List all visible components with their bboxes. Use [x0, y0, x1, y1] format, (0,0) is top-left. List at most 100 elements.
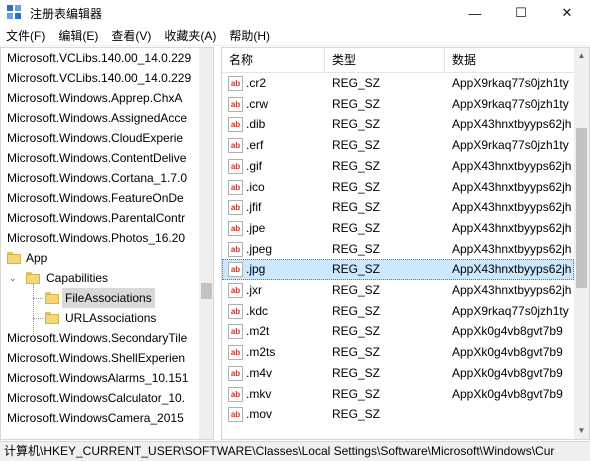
value-data: AppX9rkaq77s0jzh1ty [452, 303, 569, 318]
menu-edit[interactable]: 编辑(E) [52, 26, 105, 46]
tree-item[interactable]: Microsoft.Windows.Cortana_1.7.0 [1, 168, 199, 188]
tree-item-capabilities[interactable]: ⌄ Capabilities [1, 268, 199, 288]
column-header-name[interactable]: 名称 [222, 48, 325, 72]
value-type: REG_SZ [332, 76, 381, 90]
value-row[interactable]: ab .gif REG_SZ AppX43hnxtbyyps62jh [222, 156, 574, 177]
menu-file[interactable]: 文件(F) [0, 26, 52, 46]
status-bar-path: 计算机\HKEY_CURRENT_USER\SOFTWARE\Classes\L… [0, 441, 590, 461]
value-row[interactable]: ab .m2t REG_SZ AppXk0g4vb8gvt7b9 [222, 321, 574, 342]
string-value-icon: ab [228, 262, 243, 278]
value-type: REG_SZ [332, 386, 381, 401]
string-value-icon: ab [228, 200, 243, 216]
value-data: AppX43hnxtbyyps62jh [452, 283, 572, 297]
registry-tree[interactable]: Microsoft.VCLibs.140.00_14.0.229 Microso… [0, 47, 214, 440]
value-row[interactable]: ab .ico REG_SZ AppX43hnxtbyyps62jh [222, 177, 574, 198]
value-type: REG_SZ [332, 138, 381, 153]
value-row[interactable]: ab .jxr REG_SZ AppX43hnxtbyyps62jh [222, 280, 574, 301]
string-value-icon: ab [228, 158, 243, 174]
tree-item-app[interactable]: App [1, 248, 199, 268]
window-title: 注册表编辑器 [30, 6, 103, 21]
tree-item[interactable]: Microsoft.VCLibs.140.00_14.0.229 [1, 68, 199, 88]
string-value-icon: ab [228, 386, 243, 402]
value-name: .m2t [246, 324, 270, 339]
value-name: .ico [246, 179, 265, 194]
value-name: .dib [246, 117, 266, 132]
scrollbar-thumb[interactable] [576, 128, 587, 288]
value-data: AppX43hnxtbyyps62jh [452, 158, 572, 173]
tree-vertical-scrollbar[interactable] [199, 48, 213, 439]
value-data: AppX9rkaq77s0jzh1ty [452, 76, 569, 90]
scroll-down-icon[interactable]: ▼ [574, 423, 589, 439]
scroll-up-icon[interactable]: ▲ [574, 48, 589, 64]
folder-icon [45, 292, 59, 304]
column-header-type[interactable]: 类型 [325, 48, 445, 72]
value-row[interactable]: ab .mkv REG_SZ AppXk0g4vb8gvt7b9 [222, 384, 574, 405]
tree-item[interactable]: Microsoft.Windows.AssignedAcce [1, 108, 199, 128]
string-value-icon: ab [228, 283, 243, 298]
string-value-icon: ab [228, 220, 243, 236]
value-type: REG_SZ [332, 324, 381, 339]
value-row[interactable]: ab .kdc REG_SZ AppX9rkaq77s0jzh1ty [222, 301, 574, 322]
menu-favorites[interactable]: 收藏夹(A) [158, 26, 223, 46]
value-row[interactable]: ab .cr2 REG_SZ AppX9rkaq77s0jzh1ty [222, 73, 574, 94]
folder-icon [45, 312, 59, 324]
string-value-icon: ab [228, 96, 243, 112]
values-list[interactable]: 名称 类型 数据 ab .cr2 REG_SZ AppX9rkaq77s0jzh1ty… [221, 47, 590, 440]
menu-view[interactable]: 查看(V) [105, 26, 158, 46]
value-row[interactable]: ab .jpeg REG_SZ AppX43hnxtbyyps62jh [222, 239, 574, 260]
value-data: AppX9rkaq77s0jzh1ty [452, 138, 569, 153]
value-data: AppXk0g4vb8gvt7b9 [452, 386, 563, 401]
value-name: .m4v [246, 365, 273, 380]
value-name: .jpe [246, 220, 266, 235]
string-value-icon: ab [228, 407, 243, 423]
tree-item[interactable]: Microsoft.WindowsCalculator_10. [1, 388, 199, 408]
close-button[interactable]: ✕ [544, 0, 590, 26]
value-row[interactable]: ab .jfif REG_SZ AppX43hnxtbyyps62jh [222, 197, 574, 218]
column-header-data[interactable]: 数据 [445, 48, 575, 72]
chevron-down-icon[interactable]: ⌄ [9, 268, 17, 288]
tree-item[interactable]: Microsoft.WindowsAlarms_10.151 [1, 368, 199, 388]
tree-item[interactable]: Microsoft.Windows.ContentDelive [1, 148, 199, 168]
value-row[interactable]: ab .jpe REG_SZ AppX43hnxtbyyps62jh [222, 218, 574, 239]
value-data: AppXk0g4vb8gvt7b9 [452, 324, 563, 339]
value-data: AppXk0g4vb8gvt7b9 [452, 345, 563, 360]
value-row[interactable]: ab .crw REG_SZ AppX9rkaq77s0jzh1ty [222, 94, 574, 115]
maximize-button[interactable]: ☐ [498, 0, 544, 26]
value-data: AppX9rkaq77s0jzh1ty [452, 96, 569, 111]
tree-item[interactable]: Microsoft.VCLibs.140.00_14.0.229 [1, 48, 199, 68]
menu-help[interactable]: 帮助(H) [223, 26, 277, 46]
value-row[interactable]: ab .m4v REG_SZ AppXk0g4vb8gvt7b9 [222, 363, 574, 384]
value-name: .m2ts [246, 345, 276, 360]
value-row[interactable]: ab .jpg REG_SZ AppX43hnxtbyyps62jh [222, 259, 574, 281]
tree-item-fileassociations[interactable]: FileAssociations [1, 288, 199, 308]
value-name: .mov [246, 407, 273, 422]
string-value-icon: ab [228, 303, 243, 319]
string-value-icon: ab [228, 179, 243, 195]
value-data: AppX43hnxtbyyps62jh [452, 117, 572, 132]
value-row[interactable]: ab .dib REG_SZ AppX43hnxtbyyps62jh [222, 114, 574, 135]
title-bar[interactable]: 注册表编辑器 — ☐ ✕ [0, 0, 590, 26]
tree-item[interactable]: Microsoft.Windows.FeatureOnDe [1, 188, 199, 208]
tree-item[interactable]: Microsoft.Windows.ParentalContr [1, 208, 199, 228]
minimize-button[interactable]: — [452, 0, 498, 26]
value-type: REG_SZ [332, 158, 381, 173]
tree-item[interactable]: Microsoft.Windows.Photos_16.20 [1, 228, 199, 248]
tree-item[interactable]: Microsoft.Windows.Apprep.ChxA [1, 88, 199, 108]
tree-item[interactable]: Microsoft.WindowsCamera_2015 [1, 408, 199, 428]
value-type: REG_SZ [332, 117, 381, 132]
value-type: REG_SZ [332, 283, 381, 297]
registry-editor-icon [7, 5, 23, 21]
values-vertical-scrollbar[interactable]: ▲ ▼ [574, 48, 589, 439]
tree-item[interactable]: Microsoft.Windows.SecondaryTile [1, 328, 199, 348]
value-data: AppXk0g4vb8gvt7b9 [452, 365, 563, 380]
value-row[interactable]: ab .erf REG_SZ AppX9rkaq77s0jzh1ty [222, 135, 574, 156]
tree-item[interactable]: Microsoft.Windows.ShellExperien [1, 348, 199, 368]
value-name: .crw [246, 96, 268, 111]
value-row[interactable]: ab .m2ts REG_SZ AppXk0g4vb8gvt7b9 [222, 342, 574, 363]
tree-item[interactable]: Microsoft.Windows.CloudExperie [1, 128, 199, 148]
value-row[interactable]: ab .mov REG_SZ [222, 404, 574, 425]
tree-item-urlassociations[interactable]: URLAssociations [1, 308, 199, 328]
value-name: .erf [246, 138, 264, 153]
string-value-icon: ab [228, 324, 243, 340]
scrollbar-thumb[interactable] [201, 283, 212, 299]
